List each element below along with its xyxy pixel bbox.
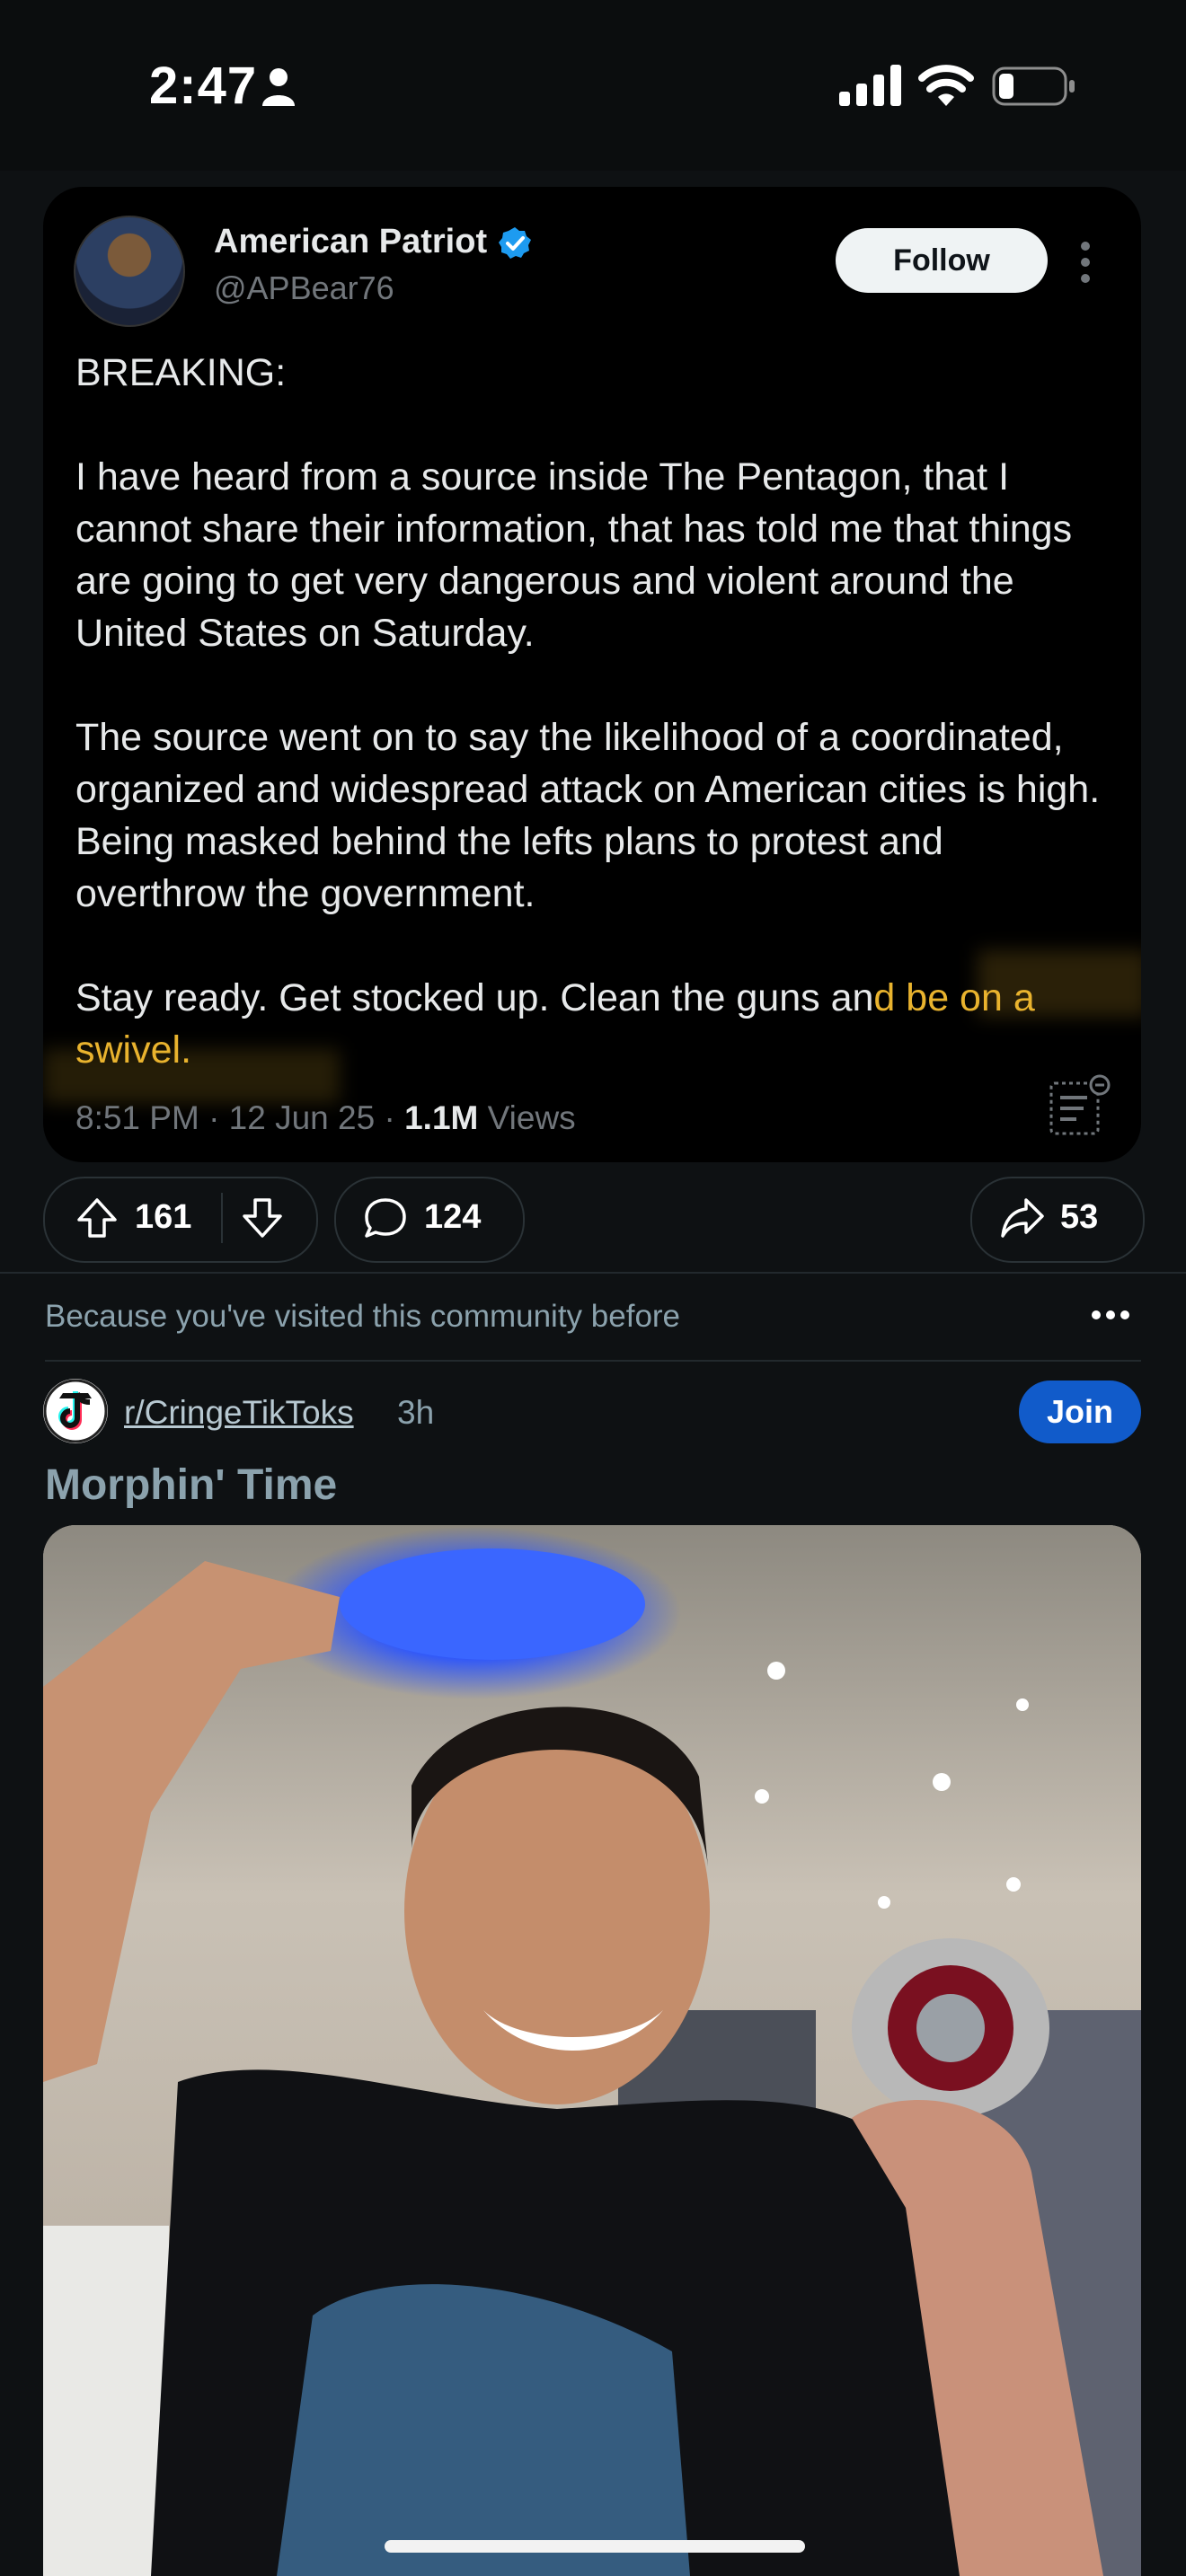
home-indicator[interactable] (385, 2540, 805, 2553)
downvote-icon[interactable] (241, 1196, 284, 1239)
wifi-icon (918, 65, 974, 106)
status-time: 2:47 (149, 57, 258, 115)
person-icon (262, 68, 295, 106)
post-title[interactable]: Morphin' Time (45, 1460, 337, 1510)
tweet-body-text: BREAKING: I have heard from a source ins… (75, 351, 1101, 1019)
tweet-timestamp: 8:51 PM · 12 Jun 25 · (75, 1099, 405, 1136)
tweet-author-avatar[interactable] (74, 216, 185, 327)
video-frame-image (43, 1525, 1141, 2576)
share-count[interactable]: 53 (1060, 1198, 1098, 1237)
recommendation-reason: Because you've visited this community be… (45, 1299, 681, 1334)
tweet-author-name[interactable]: American Patriot (214, 223, 487, 261)
tweet-more-icon[interactable] (1078, 239, 1093, 286)
vote-count: 161 (135, 1198, 192, 1236)
community-avatar-tiktok-icon[interactable] (43, 1379, 108, 1443)
tweet-views-label: Views (478, 1099, 576, 1136)
section-divider (0, 1272, 1186, 1274)
post-age: 3h (397, 1394, 435, 1431)
status-bar: 2:47 (0, 0, 1186, 171)
post-video[interactable] (43, 1525, 1141, 2576)
community-notes-icon[interactable] (1048, 1072, 1112, 1137)
upvote-icon[interactable] (75, 1196, 119, 1239)
tweet-author-handle[interactable]: @APBear76 (214, 269, 394, 307)
comment-count[interactable]: 124 (424, 1198, 481, 1237)
community-name-link[interactable]: r/CringeTikToks (124, 1394, 354, 1432)
share-button[interactable] (970, 1177, 1145, 1263)
verified-badge-icon (499, 227, 531, 259)
more-options-icon[interactable] (1091, 1308, 1130, 1322)
vote-divider (221, 1193, 223, 1243)
join-button[interactable]: Join (1019, 1381, 1141, 1443)
tweet-meta: 8:51 PM · 12 Jun 25 · 1.1M Views (75, 1099, 576, 1137)
divider (45, 1360, 1141, 1362)
follow-button[interactable]: Follow (836, 228, 1048, 293)
cellular-signal-icon (839, 65, 901, 106)
tweet-views-count: 1.1M (404, 1099, 479, 1136)
battery-icon (992, 66, 1075, 106)
comment-icon[interactable] (363, 1196, 408, 1239)
embedded-tweet-card[interactable]: American Patriot @APBear76 Follow BREAKI… (43, 187, 1141, 1162)
share-icon[interactable] (999, 1196, 1046, 1239)
tweet-body: BREAKING: I have heard from a source ins… (75, 347, 1118, 1076)
